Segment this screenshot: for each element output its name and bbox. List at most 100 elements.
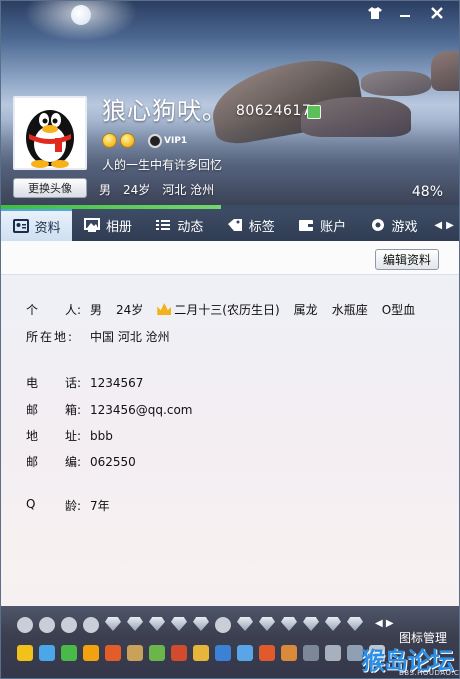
avatar[interactable] [13,96,87,170]
age: 24岁 [123,183,151,197]
scroll-right-icon[interactable]: ▶ [446,220,454,231]
service-app-icon[interactable] [171,645,187,661]
service-badge-icon[interactable] [347,617,363,631]
tab-account[interactable]: 账户 [287,209,358,241]
service-badge-icon[interactable] [171,617,187,631]
detail-label: 邮 [26,455,39,469]
service-app-icon[interactable] [39,645,55,661]
service-badge-icon[interactable] [303,617,319,631]
detail-qq-age: 7年 [90,499,110,513]
detail-age: 24岁 [116,303,144,317]
gender: 男 [99,183,112,197]
service-app-icon[interactable] [215,645,231,661]
tab-album[interactable]: 相册 [72,209,143,241]
detail-label: 龄: [64,499,81,513]
detail-blood-type: O型血 [381,303,416,317]
details-toolbar: 编辑资料 [1,241,459,275]
crown-icon [157,303,172,315]
tab-feed[interactable]: 动态 [144,209,215,241]
service-app-icon[interactable] [259,645,275,661]
detail-address: bbb [90,428,113,443]
qq-number: 80624617 [236,103,312,119]
detail-label: 电 [26,376,39,390]
detail-label: Q [26,497,36,511]
detail-label: 邮 [26,403,39,417]
tab-tags[interactable]: 标签 [215,209,286,241]
detail-label: 个 [26,303,39,317]
service-badge-icon[interactable] [83,617,99,633]
service-badge-icon[interactable] [193,617,209,631]
scroll-left-icon[interactable]: ◀ [434,220,442,231]
detail-postcode: 062550 [90,454,136,469]
detail-row-email: 邮 箱: 123456@qq.com [26,401,193,418]
location: 河北 沧州 [162,183,215,197]
detail-row-qq-age: Q 龄: 7年 [26,497,110,514]
service-app-icon[interactable] [237,645,253,661]
detail-label: 话: [64,376,81,390]
watermark-url: BBS.HOUDAO.COM [399,669,460,677]
service-badge-icon[interactable] [17,617,33,633]
penguin-avatar-icon [15,98,85,168]
minimize-icon[interactable] [391,4,419,22]
tab-label: 相册 [106,219,133,235]
qq-profile-window: 更换头像 狼心狗吠。 80624617 VIP1 人的一生中有许多回忆 男 24… [0,0,460,679]
service-badge-icon[interactable] [215,617,231,633]
service-app-icon[interactable] [281,645,297,661]
service-badge-icon[interactable] [105,617,121,631]
vip-badge[interactable]: VIP1 [148,133,187,148]
detail-label: 所在地: [26,330,75,344]
smiley-badge-icon[interactable] [102,133,117,148]
tab-profile[interactable]: 资料 [1,209,73,241]
service-app-icon[interactable] [303,645,319,661]
profile-tabs: 资料 相册 动态 标签 账户 游戏 ◀ ▶ [1,209,459,241]
tab-games[interactable]: 游戏 [358,209,429,241]
tag-icon [227,219,242,231]
service-badge-icon[interactable] [39,617,55,633]
service-app-icon[interactable] [61,645,77,661]
service-app-icon[interactable] [17,645,33,661]
wallet-icon [299,220,314,231]
basic-info: 男 24岁 河北 沧州 [99,181,214,198]
window-controls [361,4,453,22]
rock-decoration [361,71,431,96]
smiley-badge-icon[interactable] [120,133,135,148]
tab-label: 动态 [177,219,204,235]
skin-icon[interactable] [361,4,389,22]
service-app-icon[interactable] [193,645,209,661]
nickname: 狼心狗吠。 [102,97,227,125]
signature[interactable]: 人的一生中有许多回忆 [102,156,222,173]
detail-location: 中国 河北 沧州 [90,330,170,344]
icon-scroll-arrows[interactable]: ◀ ▶ [375,618,394,629]
service-app-icon[interactable] [325,645,341,661]
profile-card-icon [12,219,29,233]
service-badge-icon[interactable] [281,617,297,631]
service-badge-icon[interactable] [237,617,253,631]
profile-completion: 48% [411,184,443,200]
feed-icon [156,220,171,230]
service-app-icon[interactable] [83,645,99,661]
service-badge-icon[interactable] [61,617,77,633]
detail-label: 地 [26,429,39,443]
change-avatar-button[interactable]: 更换头像 [13,178,87,198]
close-icon[interactable] [421,4,453,22]
detail-email: 123456@qq.com [90,402,193,417]
qq-number-badge-icon[interactable] [307,105,321,119]
edit-profile-button[interactable]: 编辑资料 [375,249,439,270]
game-icon [371,219,384,231]
detail-birthday: 二月十三(农历生日) [157,301,280,318]
detail-row-postcode: 邮 编: 062550 [26,453,136,470]
detail-row-personal: 个 人: 男 24岁 二月十三(农历生日) 属龙 水瓶座 O型血 [26,301,415,318]
photo-album-icon [84,218,101,232]
service-badge-icon[interactable] [127,617,143,631]
tab-scroll-arrows[interactable]: ◀ ▶ [429,209,459,241]
service-app-icon[interactable] [105,645,121,661]
service-badge-icon[interactable] [149,617,165,631]
detail-phone: 1234567 [90,375,144,390]
detail-label: 编: [64,455,81,469]
service-app-icon[interactable] [149,645,165,661]
detail-label: 人: [64,303,81,317]
service-badge-icon[interactable] [325,617,341,631]
service-badge-icon[interactable] [259,617,275,631]
service-app-icon[interactable] [127,645,143,661]
detail-gender: 男 [90,303,103,317]
